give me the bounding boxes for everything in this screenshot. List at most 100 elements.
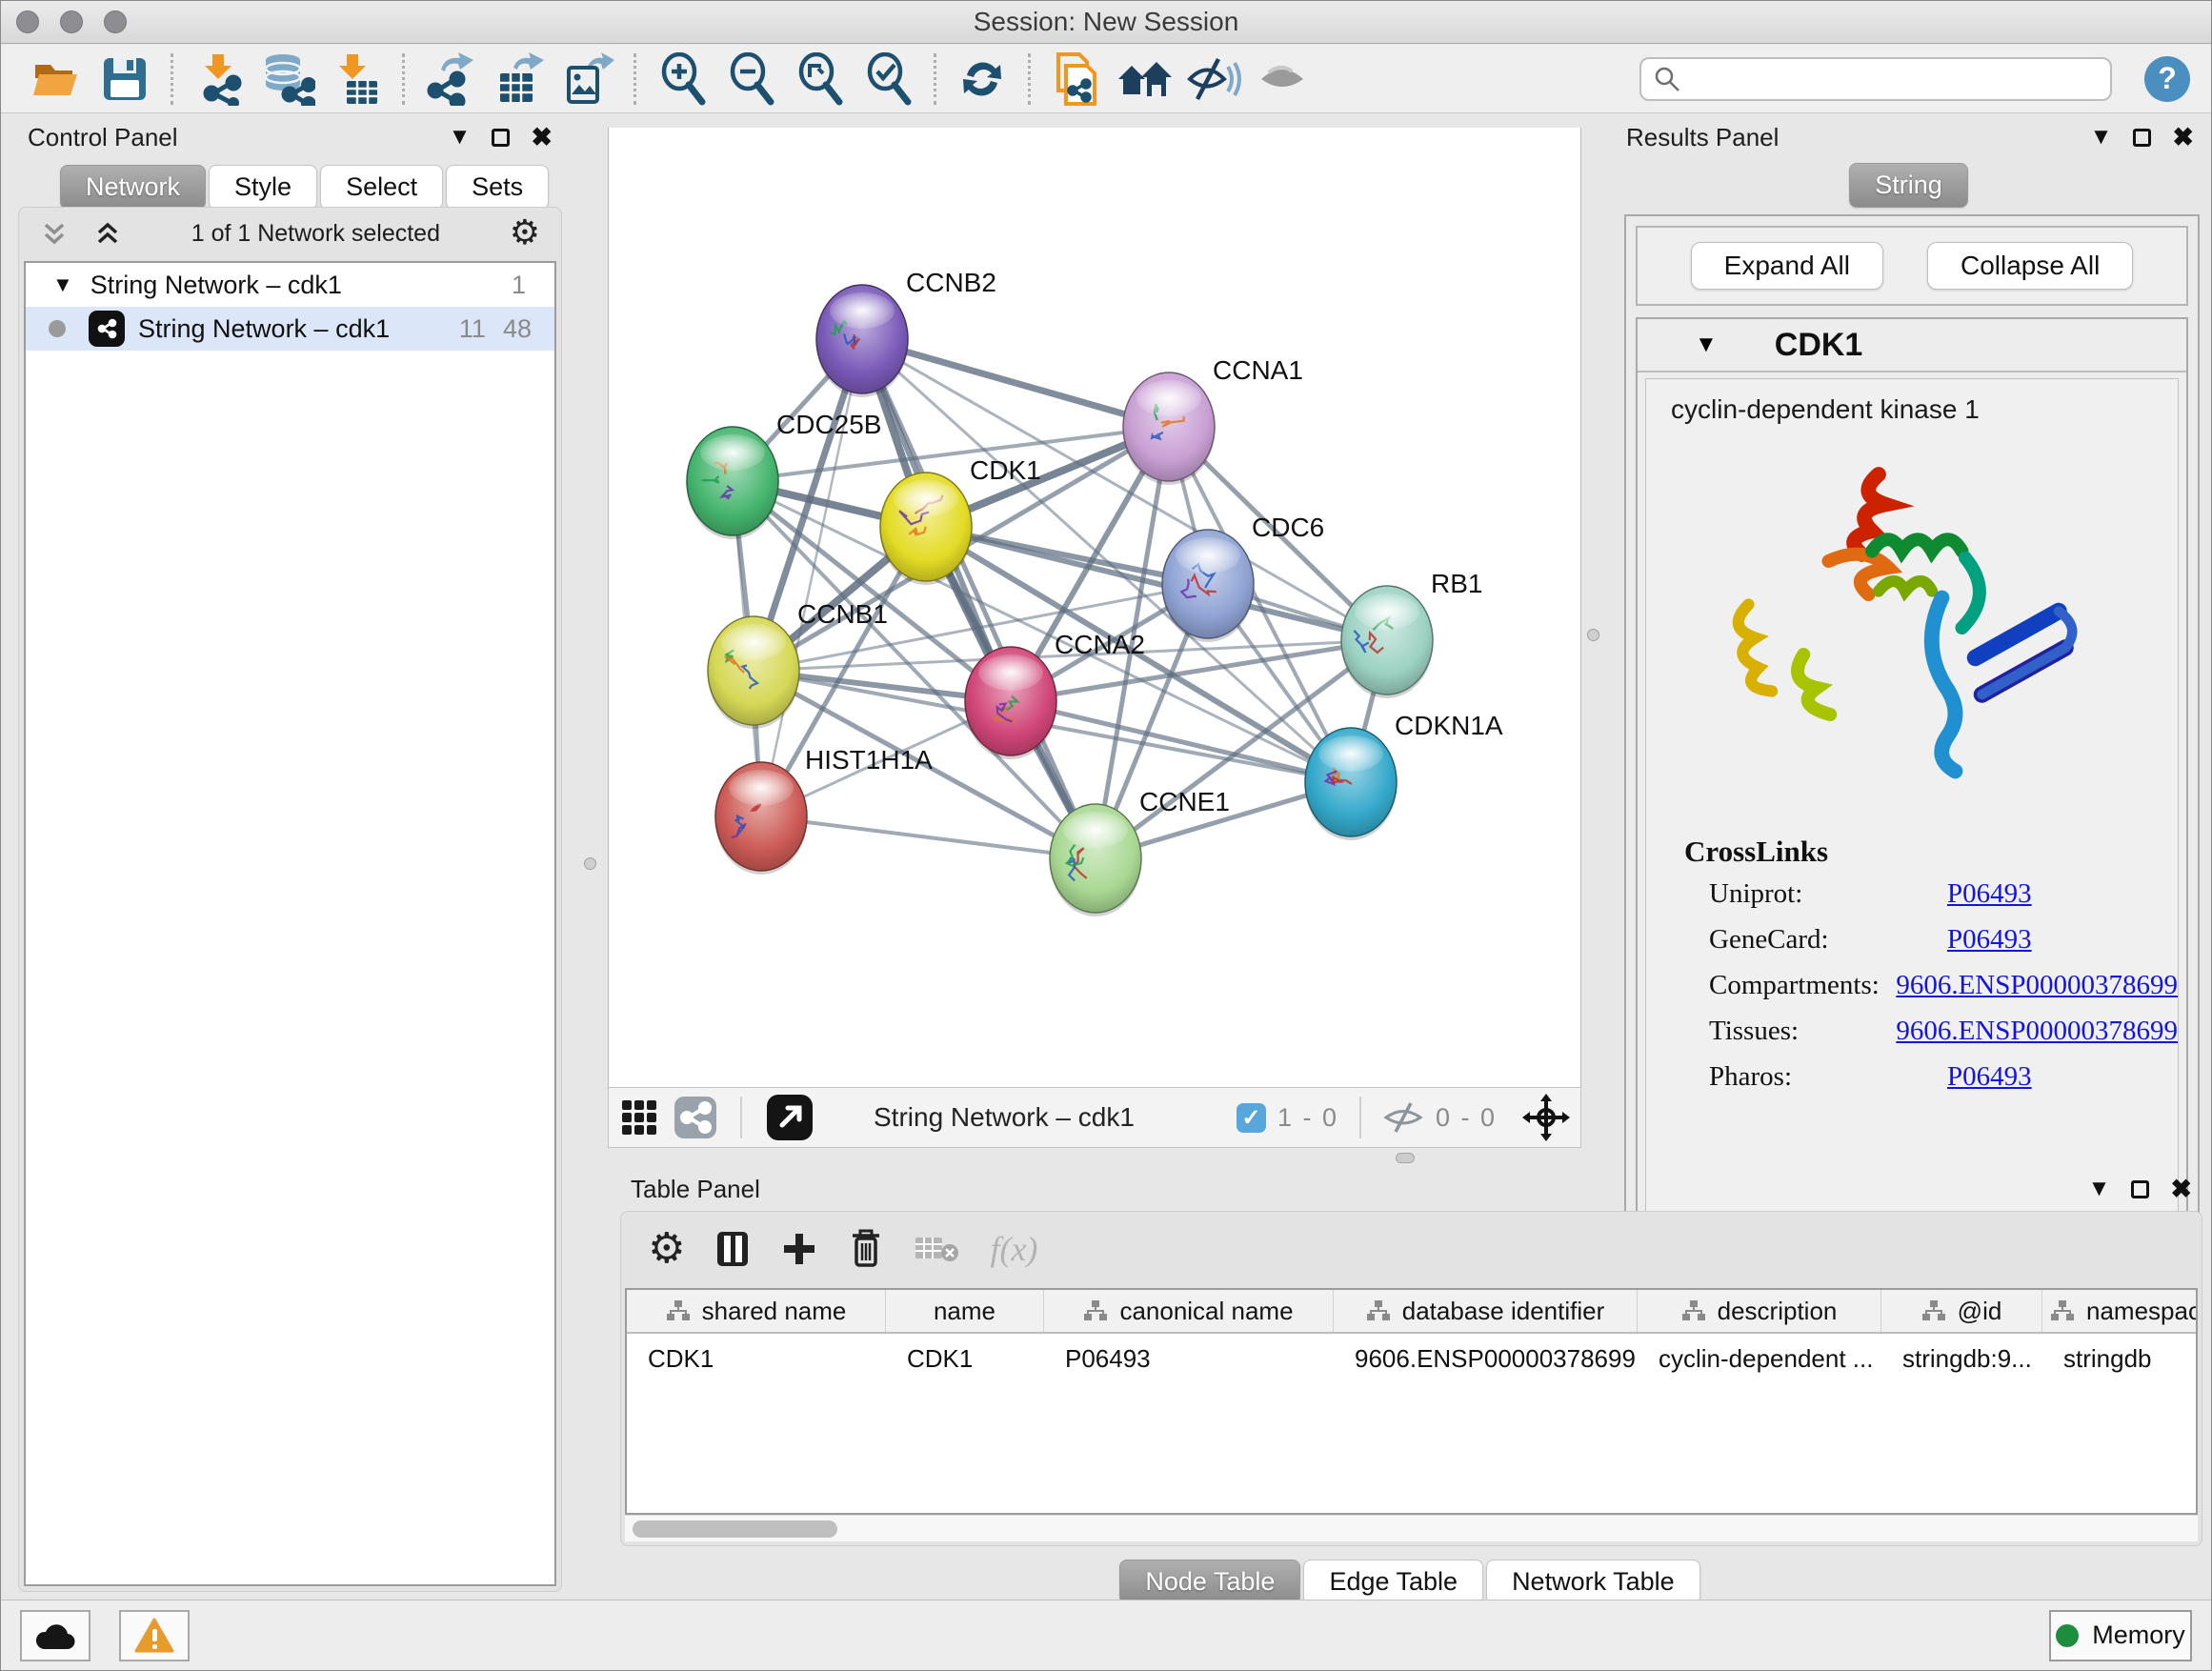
crosslink-link[interactable]: P06493 <box>1947 878 2032 910</box>
crosslinks-title: CrossLinks <box>1684 835 2178 869</box>
tab-network-table[interactable]: Network Table <box>1486 1560 1700 1604</box>
scrollbar-thumb[interactable] <box>633 1520 837 1538</box>
column-header--id[interactable]: @id <box>1881 1290 2042 1332</box>
node-cdc6[interactable]: CDC6 <box>1162 513 1324 642</box>
panel-menu-icon[interactable]: ▼ <box>449 126 472 149</box>
table-cell[interactable]: CDK1 <box>627 1334 886 1383</box>
horizontal-scrollbar[interactable] <box>625 1515 2198 1541</box>
panel-menu-icon[interactable]: ▼ <box>2090 126 2113 149</box>
refresh-button[interactable] <box>948 50 1016 109</box>
table-cell[interactable]: CDK1 <box>886 1334 1044 1383</box>
warning-status-button[interactable] <box>119 1610 190 1661</box>
function-builder-icon[interactable]: f(x) <box>990 1229 1037 1269</box>
column-header-canonical-name[interactable]: canonical name <box>1044 1290 1334 1332</box>
hide-glass-button[interactable] <box>1248 50 1317 109</box>
table-cell[interactable]: P06493 <box>1044 1334 1334 1383</box>
table-cell[interactable]: stringdb:9... <box>1881 1334 2042 1383</box>
close-panel-icon[interactable]: ✖ <box>531 125 553 151</box>
open-session-button[interactable] <box>22 50 90 109</box>
memory-button[interactable]: Memory <box>2049 1610 2192 1661</box>
collapse-all-icon[interactable] <box>40 219 69 248</box>
table-cell[interactable]: stringdb <box>2042 1334 2198 1383</box>
network-collection-row[interactable]: ▼ String Network – cdk1 1 <box>26 263 554 307</box>
search-field[interactable] <box>1639 57 2112 101</box>
column-header-namespac[interactable]: namespac <box>2042 1290 2198 1332</box>
panel-menu-icon[interactable]: ▼ <box>2088 1178 2111 1200</box>
float-panel-icon[interactable] <box>492 129 510 147</box>
table-options-gear-icon[interactable]: ⚙ <box>648 1228 685 1270</box>
table-row[interactable]: CDK1CDK1P064939606.ENSP00000378699cyclin… <box>627 1334 2196 1383</box>
crosslink-link[interactable]: 9606.ENSP00000378699 <box>1896 1016 2178 1047</box>
node-hist1h1a[interactable]: HIST1H1A <box>715 745 933 875</box>
node-cdkn1a[interactable]: CDKN1A <box>1305 711 1503 840</box>
tab-node-table[interactable]: Node Table <box>1119 1560 1300 1604</box>
birdseye-grid-icon[interactable] <box>618 1097 660 1138</box>
add-column-icon[interactable] <box>780 1228 818 1270</box>
search-icon <box>1653 65 1681 93</box>
zoom-selected-button[interactable] <box>854 50 922 109</box>
edge[interactable] <box>862 339 1096 858</box>
column-header-database-identifier[interactable]: database identifier <box>1334 1290 1638 1332</box>
string-protein-query-button[interactable] <box>1042 50 1111 109</box>
expand-all-icon[interactable] <box>93 219 122 248</box>
expand-all-button[interactable]: Expand All <box>1691 242 1883 290</box>
node-ccne1[interactable]: CCNE1 <box>1050 787 1230 916</box>
node-ccnb1[interactable]: CCNB1 <box>708 599 888 729</box>
crosslink-link[interactable]: 9606.ENSP00000378699 <box>1896 970 2178 1001</box>
column-header-name[interactable]: name <box>886 1290 1044 1332</box>
bottom-splitter-handle[interactable] <box>1396 1153 1415 1163</box>
tab-sets[interactable]: Sets <box>446 165 549 210</box>
table-cell[interactable]: cyclin-dependent ... <box>1638 1334 1881 1383</box>
left-splitter-handle[interactable] <box>584 857 596 870</box>
launch-view-icon[interactable] <box>765 1093 814 1142</box>
help-button[interactable]: ? <box>2144 56 2190 102</box>
string-home-button[interactable] <box>1111 50 1179 109</box>
float-panel-icon[interactable] <box>2131 1180 2149 1198</box>
delete-column-trash-icon[interactable] <box>847 1227 885 1271</box>
close-panel-icon[interactable]: ✖ <box>2172 125 2194 151</box>
selected-nodes-icon[interactable]: ✓ <box>1237 1103 1266 1133</box>
export-table-button[interactable] <box>485 50 553 109</box>
table-cell[interactable]: 9606.ENSP00000378699 <box>1334 1334 1638 1383</box>
tab-style[interactable]: Style <box>209 165 317 210</box>
enhance-graphics-button[interactable] <box>1179 50 1248 109</box>
import-network-from-database-button[interactable] <box>253 50 322 109</box>
import-table-button[interactable] <box>322 50 391 109</box>
import-network-from-file-button[interactable] <box>185 50 253 109</box>
cloud-status-button[interactable] <box>20 1610 90 1661</box>
column-header-shared-name[interactable]: shared name <box>627 1290 886 1332</box>
crosslink-link[interactable]: P06493 <box>1947 924 2032 956</box>
zoom-out-button[interactable] <box>716 50 785 109</box>
crosslink-link[interactable]: P06493 <box>1947 1061 2032 1093</box>
network-badge-icon[interactable] <box>674 1096 717 1139</box>
zoom-in-button[interactable] <box>648 50 716 109</box>
right-splitter-handle[interactable] <box>1587 629 1599 641</box>
save-session-button[interactable] <box>90 50 159 109</box>
fit-crosshair-icon[interactable] <box>1521 1093 1571 1142</box>
entry-collapse-triangle-icon[interactable]: ▼ <box>1695 332 1718 358</box>
column-header-description[interactable]: description <box>1638 1290 1881 1332</box>
hidden-eye-slash-icon[interactable] <box>1382 1101 1424 1134</box>
collapse-triangle-icon[interactable]: ▼ <box>52 272 73 297</box>
node-ccna1[interactable]: CCNA1 <box>1123 355 1303 485</box>
node-rb1[interactable]: RB1 <box>1341 569 1482 698</box>
tab-edge-table[interactable]: Edge Table <box>1303 1560 1483 1604</box>
float-panel-icon[interactable] <box>2133 129 2151 147</box>
node-label: CCNE1 <box>1139 787 1230 816</box>
search-input[interactable] <box>1681 64 2099 93</box>
tab-string[interactable]: String <box>1849 163 1968 208</box>
delete-table-icon[interactable] <box>914 1230 961 1268</box>
network-row[interactable]: String Network – cdk1 11 48 <box>26 307 554 351</box>
edge[interactable] <box>761 816 1096 858</box>
select-columns-icon[interactable] <box>714 1228 752 1270</box>
close-panel-icon[interactable]: ✖ <box>2170 1177 2192 1202</box>
collapse-all-button[interactable]: Collapse All <box>1927 242 2133 290</box>
tab-network[interactable]: Network <box>60 165 206 210</box>
export-image-button[interactable] <box>553 50 622 109</box>
export-network-button[interactable] <box>416 50 485 109</box>
network-view[interactable]: CCNB2CCNA1CDC25BCDK1CDC6RB1CCNB1CCNA2CDK… <box>608 128 1581 1087</box>
edge[interactable] <box>862 339 1169 427</box>
zoom-fit-button[interactable] <box>785 50 854 109</box>
tab-select[interactable]: Select <box>320 165 443 210</box>
network-options-gear-icon[interactable]: ⚙ <box>510 216 540 251</box>
